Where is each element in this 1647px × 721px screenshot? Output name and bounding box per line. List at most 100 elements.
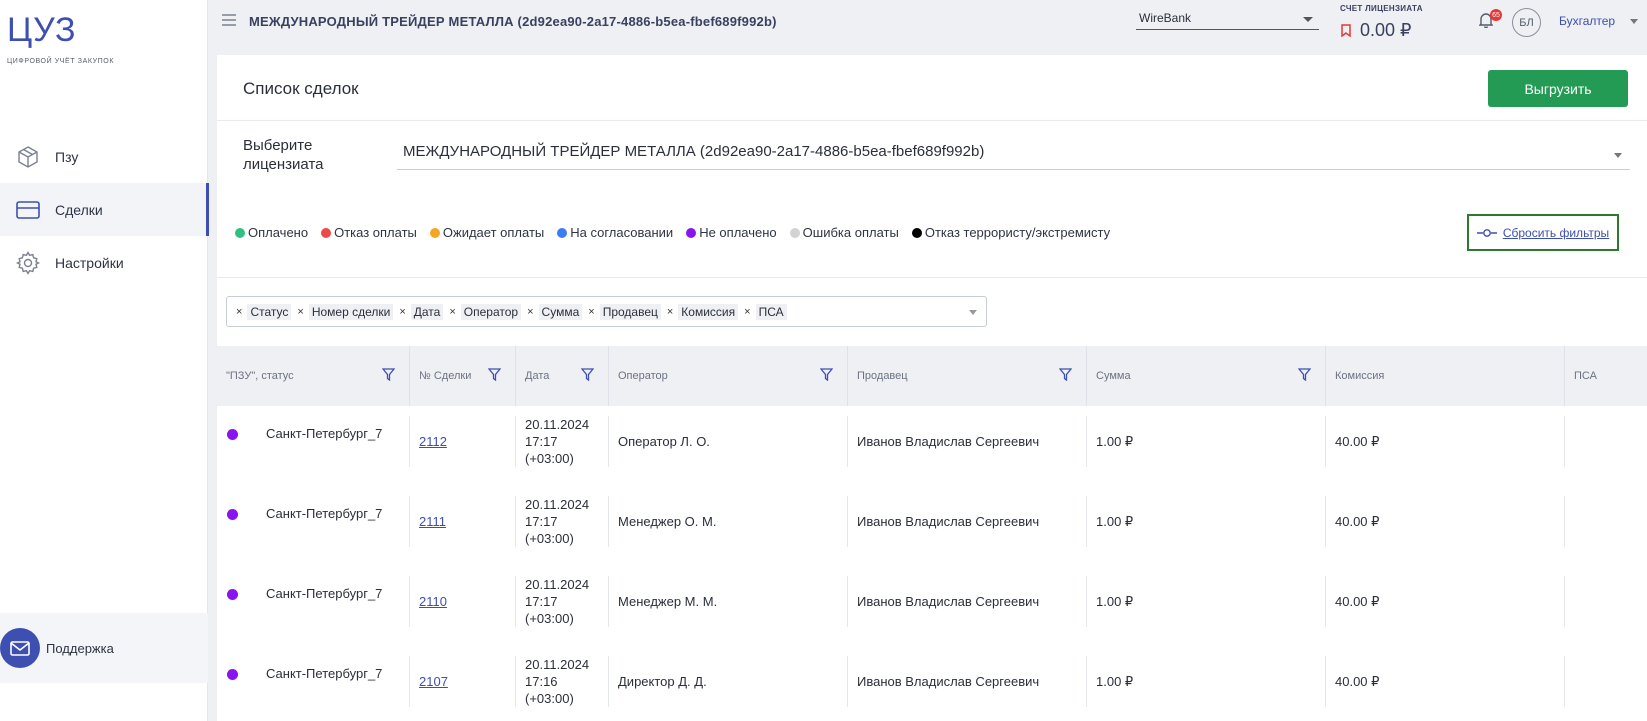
column-chip: × Номер сделки [297,303,394,320]
cell-seller: Иванов Владислав Сергеевич [848,576,1087,627]
cell-commission: 40.00 ₽ [1326,656,1565,707]
status-dot [235,227,245,238]
bank-select-value: WireBank [1139,11,1192,25]
bookmark-icon [1341,24,1351,42]
header-date: Дата [516,346,609,406]
sidebar-item-label: Настройки [55,254,124,271]
sidebar-item-deals[interactable]: Сделки [0,183,209,236]
legend-label: Не оплачено [699,225,777,240]
logo-subtitle: ЦИФРОВОЙ УЧЁТ ЗАКУПОК [7,58,115,65]
chip-label: Продавец [599,303,661,320]
column-chip: × Статус [236,303,292,320]
timezone-value: (+03:00) [525,451,574,466]
chip-label: Номер сделки [308,303,394,320]
table-row[interactable]: Санкт-Петербург_7 2111 20.11.2024 17:17 … [217,488,1647,555]
deal-link[interactable]: 2111 [419,514,446,529]
header-psa: ПСА [1565,346,1647,406]
topbar: МЕЖДУНАРОДНЫЙ ТРЕЙДЕР МЕТАЛЛА (2d92ea90-… [208,0,1647,46]
remove-chip-icon[interactable]: × [588,306,594,318]
table-row[interactable]: Санкт-Петербург_7 2112 20.11.2024 17:17 … [217,408,1647,475]
hamburger-icon[interactable] [222,13,236,27]
table-row[interactable]: Санкт-Петербург_7 2110 20.11.2024 17:17 … [217,568,1647,635]
deal-link[interactable]: 2110 [419,594,447,609]
status-dot [911,227,922,238]
timezone-value: (+03:00) [525,611,574,626]
time-value: 17:16 [525,674,558,689]
sidebar-item-settings[interactable]: Настройки [0,236,208,289]
column-chip: × Сумма [527,303,583,320]
mail-icon[interactable] [0,628,40,668]
timezone-value: (+03:00) [525,691,574,706]
cell-operator: Менеджер М. М. [609,576,848,627]
cell-status [217,416,410,467]
header-label: Сумма [1096,370,1131,382]
licensee-label: Выберите лицензиата [243,137,324,173]
logo-title: ЦУЗ [7,11,77,49]
chip-label: Комиссия [678,303,739,320]
cell-commission: 40.00 ₽ [1326,416,1565,467]
divider [217,277,1647,278]
remove-chip-icon[interactable]: × [399,306,405,318]
legend-label: Отказ террористу/экстремисту [924,225,1111,240]
filter-icon[interactable] [487,368,502,384]
cell-psa [1565,488,1647,555]
deal-link[interactable]: 2112 [419,434,447,449]
column-chip: × Дата [399,303,444,320]
export-button[interactable]: Выгрузить [1488,70,1628,107]
date-value: 20.11.2024 [525,577,590,592]
cell-psa [1565,408,1647,475]
filter-icon[interactable] [580,368,595,384]
card-icon [15,197,41,223]
timezone-value: (+03:00) [525,531,574,546]
column-chip: × ПСА [744,303,787,320]
column-chip: × Комиссия [667,303,739,320]
reset-filters-label: Сбросить фильтры [1502,225,1610,240]
bank-select[interactable]: WireBank [1136,8,1319,30]
columns-select[interactable]: × Статус × Номер сделки × Дата × Оператор × С… [226,296,987,327]
header-label: "ПЗУ", статус [226,370,294,382]
cell-sum: 1.00 ₽ [1087,576,1326,627]
page-title: Список сделок [243,79,359,98]
table-row[interactable]: Санкт-Петербург_7 2107 20.11.2024 17:16 … [217,648,1647,721]
avatar[interactable]: БЛ [1512,8,1541,37]
sidebar-item-pzu[interactable]: Пзу [0,130,208,183]
cell-sum: 1.00 ₽ [1087,496,1326,547]
reset-filters-button[interactable]: Сбросить фильтры [1467,214,1619,251]
divider [217,120,1647,121]
support[interactable]: Поддержка [0,613,208,683]
cell-deal-number: 2112 [410,416,516,467]
status-dot [429,227,440,238]
header-status: "ПЗУ", статус [217,346,410,406]
cell-operator: Директор Д. Д. [609,656,848,707]
cell-deal-number: 2111 [410,496,516,547]
reset-filter-icon [1476,226,1497,240]
deal-link[interactable]: 2107 [419,674,448,689]
cell-deal-number: 2107 [410,656,516,707]
role-menu[interactable]: Бухгалтер [1559,14,1615,28]
chip-label: ПСА [755,303,787,320]
filter-icon[interactable] [819,368,834,384]
cell-date: 20.11.2024 17:16 (+03:00) [516,656,609,707]
cell-deal-number: 2110 [410,576,516,627]
caret-down-icon[interactable] [1630,19,1638,24]
cube-icon [15,144,41,170]
date-value: 20.11.2024 [525,657,590,672]
filter-icon[interactable] [381,368,396,384]
filter-icon[interactable] [1058,368,1073,384]
remove-chip-icon[interactable]: × [527,306,533,318]
remove-chip-icon[interactable]: × [667,306,673,318]
logo[interactable]: ЦУЗ ЦИФРОВОЙ УЧЁТ ЗАКУПОК [7,10,114,65]
remove-chip-icon[interactable]: × [236,306,242,318]
legend-item: На согласовании [557,225,673,240]
licensee-select[interactable]: МЕЖДУНАРОДНЫЙ ТРЕЙДЕР МЕТАЛЛА (2d92ea90-… [397,143,1630,170]
table-header: "ПЗУ", статус № Сделки Дата Оператор Про… [217,346,1647,406]
cell-operator: Менеджер О. М. [609,496,848,547]
header-label: Комиссия [1335,370,1385,382]
legend-item: Отказ оплаты [321,225,417,240]
remove-chip-icon[interactable]: × [744,306,750,318]
remove-chip-icon[interactable]: × [297,306,303,318]
filter-icon[interactable] [1297,368,1312,384]
gear-icon [15,250,41,276]
caret-down-icon[interactable] [969,310,977,315]
remove-chip-icon[interactable]: × [449,306,455,318]
